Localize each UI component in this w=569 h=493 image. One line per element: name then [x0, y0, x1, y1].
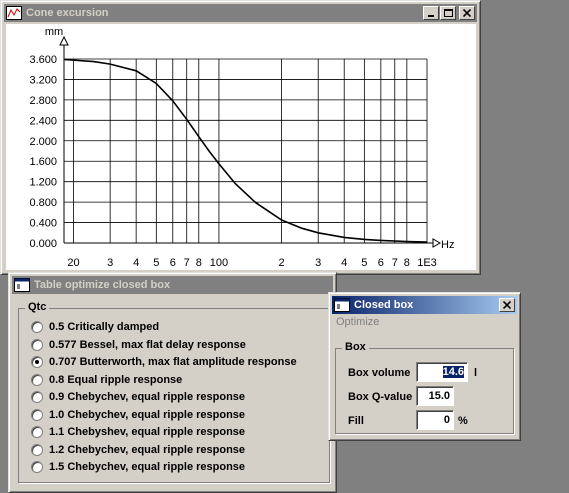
window-app-icon [334, 298, 350, 312]
y-tick-label: 3.600 [29, 54, 57, 66]
radio-button-icon[interactable] [31, 426, 43, 438]
y-tick-label: 0.000 [29, 238, 57, 250]
excursion-series-line [63, 58, 428, 243]
closed-box-window: Closed box Optimize Box Box volume 14.6 … [328, 292, 521, 441]
maximize-button[interactable] [440, 6, 456, 20]
box-q-value: 15.0 [428, 390, 450, 402]
qtc-option-label: 0.9 Chebychev, equal ripple response [49, 391, 246, 403]
qtc-option[interactable]: 0.707 Butterworth, max flat amplitude re… [31, 354, 297, 370]
qtc-option[interactable]: 0.5 Critically damped [31, 319, 159, 335]
fill-unit: % [458, 415, 468, 427]
cone-excursion-title: Cone excursion [26, 7, 109, 19]
fill-field[interactable]: 0 [416, 410, 454, 430]
box-q-field[interactable]: 15.0 [416, 386, 454, 406]
cone-excursion-chart: 3.600 3.200 2.800 2.400 2.000 1.600 1.200 0.800… [6, 24, 476, 270]
chart-svg: 3.600 3.200 2.800 2.400 2.000 1.600 1.200 0.800… [29, 26, 454, 269]
box-volume-label: Box volume [348, 367, 411, 379]
radio-button-icon[interactable] [31, 408, 43, 421]
qtc-option[interactable]: 0.577 Bessel, max flat delay response [31, 337, 246, 353]
qtc-option-label: 0.577 Bessel, max flat delay response [49, 338, 246, 351]
x-tick-label: 3 [107, 257, 113, 269]
y-axis-arrow [59, 35, 69, 46]
radio-button-icon[interactable] [31, 391, 43, 403]
radio-button-icon[interactable] [31, 461, 43, 473]
box-volume-value: 14.6 [442, 366, 464, 378]
x-tick-label: 6 [170, 257, 176, 269]
qtc-groupbox: Qtc 0.5 Critically damped 0.577 Bessel, … [18, 301, 330, 483]
qtc-option[interactable]: 1.0 Chebychev, equal ripple response [31, 407, 245, 423]
qtc-option-label: 0.8 Equal ripple response [49, 373, 183, 386]
cone-excursion-titlebar[interactable]: Cone excursion [4, 4, 477, 22]
y-tick-label: 1.200 [29, 177, 57, 189]
close-button[interactable] [499, 298, 515, 312]
qtc-option[interactable]: 0.8 Equal ripple response [31, 372, 182, 388]
x-tick-label: 8 [196, 257, 202, 269]
table-optimize-titlebar[interactable]: Table optimize closed box [12, 276, 333, 294]
qtc-option-label: 0.707 Butterworth, max flat amplitude re… [49, 356, 297, 368]
qtc-option-label: 1.0 Chebychev, equal ripple response [49, 408, 246, 421]
y-tick-label: 2.400 [29, 115, 57, 127]
menu-optimize[interactable]: Optimize [336, 316, 379, 328]
x-tick-label: 3 [315, 257, 321, 269]
close-icon [503, 301, 511, 309]
x-tick-label: 6 [378, 257, 384, 269]
x-tick-label: 1E3 [417, 257, 437, 269]
y-tick-label: 0.800 [29, 197, 57, 209]
maximize-icon [443, 9, 453, 17]
qtc-option[interactable]: 1.1 Chebyshev, equal ripple response [31, 424, 245, 440]
box-volume-field[interactable]: 14.6 [416, 362, 468, 382]
closed-box-menubar: Optimize [332, 314, 517, 331]
graph-app-icon [6, 6, 22, 20]
minimize-icon [428, 15, 434, 17]
x-tick-label: 100 [210, 257, 228, 269]
qtc-group-label: Qtc [25, 301, 50, 313]
qtc-option[interactable]: 0.9 Chebychev, equal ripple response [31, 389, 245, 405]
table-optimize-title: Table optimize closed box [34, 279, 171, 291]
close-icon [463, 9, 471, 17]
y-tick-label: 2.000 [29, 136, 57, 148]
box-q-label: Box Q-value [348, 391, 413, 403]
window-app-icon [14, 278, 30, 292]
x-tick-label: 5 [361, 257, 367, 269]
radio-button-icon[interactable] [31, 443, 43, 456]
closed-box-title: Closed box [354, 299, 414, 311]
x-tick-label: 4 [341, 257, 347, 269]
radio-button-icon[interactable] [31, 356, 43, 368]
radio-button-icon[interactable] [31, 321, 43, 333]
qtc-option[interactable]: 1.2 Chebychev, equal ripple response [31, 442, 245, 458]
box-groupbox: Box Box volume 14.6 l Box Q-value 15.0 F… [335, 341, 514, 434]
qtc-option-label: 1.2 Chebychev, equal ripple response [49, 443, 246, 456]
x-tick-label: 20 [67, 257, 79, 269]
qtc-option-label: 1.5 Chebychev, equal ripple response [49, 461, 246, 473]
fill-value: 0 [443, 414, 450, 426]
x-tick-label: 8 [404, 257, 410, 269]
x-axis-label: Hz [441, 239, 454, 251]
y-tick-label: 0.400 [29, 218, 57, 230]
qtc-option-label: 1.1 Chebyshev, equal ripple response [49, 426, 246, 438]
y-tick-label: 3.200 [29, 74, 57, 86]
minimize-button[interactable] [423, 6, 439, 20]
closed-box-titlebar[interactable]: Closed box [332, 296, 517, 314]
box-volume-unit: l [474, 367, 478, 379]
radio-button-icon[interactable] [31, 373, 43, 386]
x-tick-label: 5 [153, 257, 159, 269]
y-axis-label: mm [45, 26, 63, 38]
qtc-option[interactable]: 1.5 Chebychev, equal ripple response [31, 459, 245, 475]
cone-excursion-window: Cone excursion 3.600 3.200 2.800 2.400 2.000… [0, 0, 481, 275]
x-tick-label: 7 [392, 257, 398, 269]
x-axis-arrow [432, 238, 442, 248]
y-tick-label: 1.600 [29, 156, 57, 168]
radio-button-icon[interactable] [31, 338, 43, 351]
close-button[interactable] [459, 6, 475, 20]
x-tick-label: 2 [279, 257, 285, 269]
box-group-label: Box [342, 341, 369, 353]
x-tick-label: 7 [184, 257, 190, 269]
x-tick-label: 4 [133, 257, 139, 269]
table-optimize-window: Table optimize closed box Qtc 0.5 Critic… [8, 272, 337, 493]
qtc-option-label: 0.5 Critically damped [49, 321, 160, 333]
fill-label: Fill [348, 415, 364, 427]
y-tick-label: 2.800 [29, 95, 57, 107]
